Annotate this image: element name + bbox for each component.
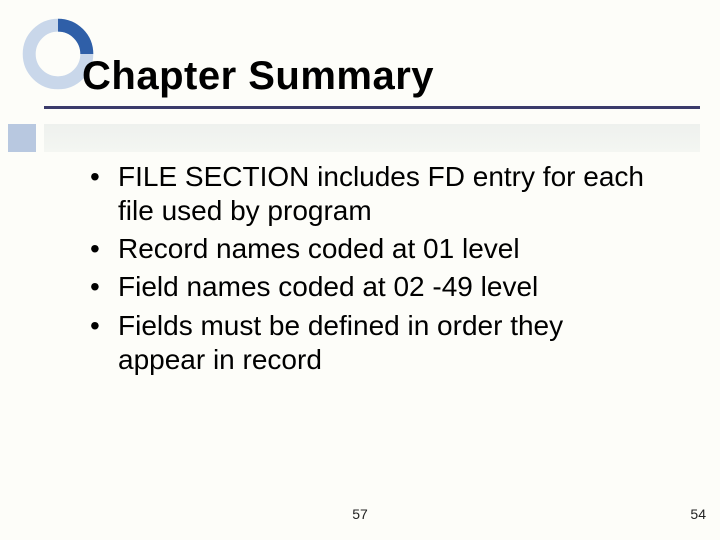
footer-page-right: 54 <box>690 506 706 522</box>
slide: Chapter Summary FILE SECTION includes FD… <box>0 0 720 540</box>
bullet-list: FILE SECTION includes FD entry for each … <box>84 160 654 381</box>
bullet-item: Fields must be defined in order they app… <box>84 309 654 377</box>
accent-square <box>8 124 36 152</box>
bullet-item: Record names coded at 01 level <box>84 232 654 266</box>
bullet-item: Field names coded at 02 -49 level <box>84 270 654 304</box>
bullet-item: FILE SECTION includes FD entry for each … <box>84 160 654 228</box>
title-underline-dark <box>44 106 700 109</box>
slide-title: Chapter Summary <box>82 54 434 99</box>
title-underline-light <box>44 124 700 152</box>
footer-page-center: 57 <box>0 506 720 522</box>
